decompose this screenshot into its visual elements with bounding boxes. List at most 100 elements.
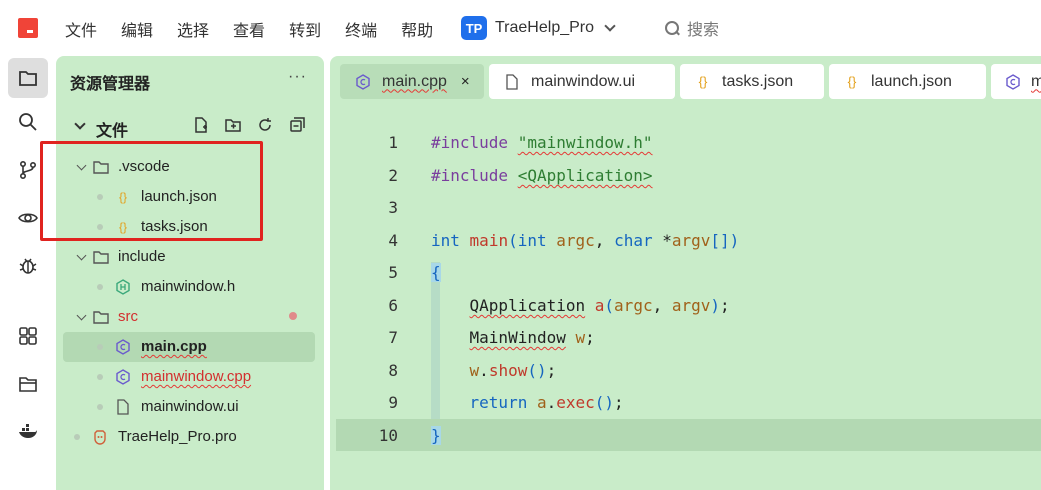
- tree-item-label: mainwindow.ui: [141, 398, 239, 415]
- tab-tasks-json[interactable]: {} tasks.json: [680, 64, 824, 99]
- pro-file-icon: [92, 429, 108, 445]
- more-actions-icon[interactable]: ···: [288, 68, 307, 86]
- tab-bar: main.cpp × mainwindow.ui {} tasks.json {…: [330, 56, 1041, 110]
- folder-icon: [93, 309, 109, 325]
- code-line: 4 int main(int argc, char *argv[]): [330, 224, 1041, 256]
- chevron-down-icon: [76, 310, 87, 321]
- remote-explorer-activity-button[interactable]: [8, 364, 48, 404]
- tree-item-label: mainwindow.h: [141, 278, 236, 295]
- code-line: 2 #include <QApplication>: [330, 159, 1041, 191]
- tree-item-label: mainwindow.cpp: [141, 368, 252, 385]
- menu-edit[interactable]: 编辑: [121, 17, 153, 41]
- code-text: return a.exec();: [469, 393, 624, 412]
- menu-terminal[interactable]: 终端: [345, 17, 377, 41]
- menu-view[interactable]: 查看: [233, 17, 265, 41]
- folder-open-icon: [19, 377, 37, 392]
- menu-file[interactable]: 文件: [65, 17, 97, 41]
- docker-icon: [19, 424, 37, 438]
- new-folder-icon[interactable]: [224, 116, 242, 134]
- line-number: 7: [388, 328, 398, 347]
- tree-item-label: TraeHelp_Pro.pro: [118, 428, 237, 445]
- cpp-file-icon: [1005, 73, 1021, 90]
- code-line: 6 QApplication a(argc, argv);: [330, 289, 1041, 321]
- code-line: 9 return a.exec();: [330, 386, 1041, 418]
- menu-go[interactable]: 转到: [289, 17, 321, 41]
- line-number: 9: [388, 393, 398, 412]
- cpp-file-icon: [354, 73, 372, 90]
- title-bar: 文件 编辑 选择 查看 转到 终端 帮助 TP TraeHelp_Pro 搜索: [0, 0, 1041, 56]
- tab-label: tasks.json: [722, 72, 794, 90]
- tab-launch-json[interactable]: {} launch.json: [829, 64, 986, 99]
- explorer-panel: 资源管理器 ··· 文件 .vscode {} launch.json {} t…: [56, 56, 324, 490]
- code-text: int main(int argc, char *argv[]): [431, 231, 740, 250]
- tree-folder-src[interactable]: src: [63, 302, 315, 332]
- new-file-icon[interactable]: [192, 116, 210, 134]
- files-section-header[interactable]: 文件: [56, 114, 324, 140]
- code-text: #include "mainwindow.h": [431, 133, 653, 152]
- cpp-file-icon: [115, 339, 131, 355]
- line-number: 2: [388, 166, 398, 185]
- app-logo: [18, 18, 38, 38]
- docker-activity-button[interactable]: [8, 412, 48, 452]
- line-number: 8: [388, 361, 398, 380]
- tree-file-pro[interactable]: TraeHelp_Pro.pro: [63, 422, 315, 452]
- tab-overflow[interactable]: m: [991, 64, 1041, 99]
- close-icon[interactable]: ×: [461, 73, 470, 90]
- tree-file-mainwindow-ui[interactable]: mainwindow.ui: [63, 392, 315, 422]
- explorer-title: 资源管理器: [70, 76, 151, 93]
- cpp-file-icon: [115, 369, 131, 385]
- search-icon: [665, 21, 679, 35]
- json-file-icon: {}: [847, 74, 857, 89]
- file-icon: [115, 399, 131, 415]
- line-number: 10: [378, 426, 398, 445]
- source-control-icon: [19, 160, 37, 180]
- folder-icon: [93, 249, 109, 265]
- code-editor[interactable]: 1 #include "mainwindow.h" 2 #include <QA…: [330, 126, 1041, 490]
- tab-label: mainwindow.ui: [531, 72, 636, 90]
- project-name: TraeHelp_Pro: [495, 19, 595, 36]
- tree-item-label: include: [118, 248, 166, 265]
- extensions-activity-button[interactable]: [8, 316, 48, 356]
- indent-dot: [74, 434, 80, 440]
- code-text: QApplication a(argc, argv);: [469, 296, 730, 315]
- tab-mainwindow-ui[interactable]: mainwindow.ui: [489, 64, 675, 99]
- highlight-box: [40, 141, 263, 241]
- search-icon: [19, 113, 37, 131]
- search-placeholder: 搜索: [687, 22, 720, 39]
- menu-bar: 文件 编辑 选择 查看 转到 终端 帮助: [65, 17, 457, 41]
- collapse-all-icon[interactable]: [288, 116, 306, 134]
- tab-label: main.cpp: [382, 72, 447, 90]
- tree-file-main-cpp[interactable]: main.cpp: [63, 332, 315, 362]
- code-line: 1 #include "mainwindow.h": [330, 126, 1041, 158]
- tab-label: m: [1031, 72, 1041, 90]
- files-section-title: 文件: [96, 123, 129, 140]
- search-box[interactable]: 搜索: [665, 16, 719, 40]
- extensions-icon: [19, 327, 37, 345]
- project-badge: TP: [461, 16, 487, 40]
- refresh-icon[interactable]: [256, 116, 274, 134]
- line-number: 1: [388, 133, 398, 152]
- code-line: 3: [330, 191, 1041, 223]
- menu-selection[interactable]: 选择: [177, 17, 209, 41]
- debug-activity-button[interactable]: [8, 246, 48, 286]
- menu-help[interactable]: 帮助: [401, 17, 433, 41]
- tree-file-mainwindow-cpp[interactable]: mainwindow.cpp: [63, 362, 315, 392]
- search-activity-button[interactable]: [8, 102, 48, 142]
- code-line: 7 MainWindow w;: [330, 321, 1041, 353]
- explorer-activity-button[interactable]: [8, 58, 48, 98]
- project-switcher[interactable]: TP TraeHelp_Pro: [461, 16, 616, 40]
- indent-dot: [97, 404, 103, 410]
- tab-main-cpp[interactable]: main.cpp ×: [340, 64, 484, 99]
- code-text: {: [431, 263, 441, 282]
- eye-icon: [18, 213, 38, 223]
- tree-file-mainwindow-h[interactable]: mainwindow.h: [63, 272, 315, 302]
- code-text: w.show();: [469, 361, 557, 380]
- indent-dot: [97, 344, 103, 350]
- line-number: 5: [388, 263, 398, 282]
- chevron-down-icon: [76, 250, 87, 261]
- header-file-icon: [115, 279, 131, 295]
- code-text: }: [431, 426, 441, 445]
- code-text: #include <QApplication>: [431, 166, 653, 185]
- tree-folder-include[interactable]: include: [63, 242, 315, 272]
- indent-dot: [97, 374, 103, 380]
